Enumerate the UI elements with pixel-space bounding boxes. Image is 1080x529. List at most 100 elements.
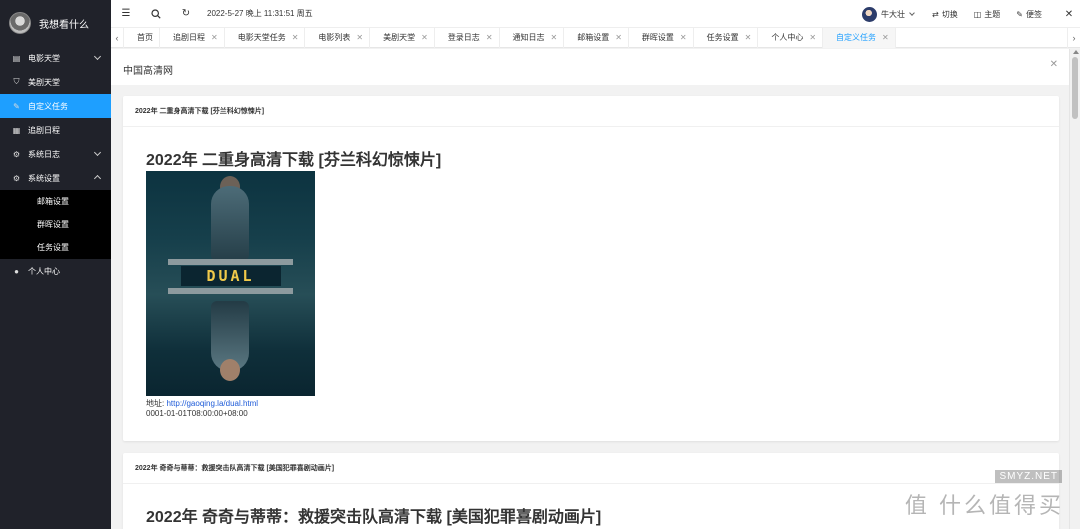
main-content: 中国高清网 ✕ 2022年 二重身高清下载 [芬兰科幻惊悚片] 2022年 二重…	[111, 49, 1069, 529]
user-name: 牛大壮	[881, 9, 906, 19]
vertical-scrollbar[interactable]	[1069, 49, 1080, 529]
theme-button[interactable]: ◫ 主题	[974, 9, 1001, 20]
search-icon[interactable]	[141, 0, 171, 28]
sidebar-item-label: 追剧日程	[28, 125, 60, 135]
chevron-up-icon	[93, 174, 102, 183]
switch-button[interactable]: ⇄ 切换	[932, 9, 958, 20]
tab-task-settings[interactable]: 任务设置 ✕	[694, 27, 759, 48]
pen-icon: ✎	[1016, 9, 1023, 19]
theme-label: 主题	[984, 9, 1001, 19]
article-date: 0001-01-01T08:00:00+08:00	[146, 409, 248, 418]
tab-login-log[interactable]: 登录日志 ✕	[435, 27, 500, 48]
top-header: ☰ ↻ 2022-5-27 晚上 11:31:51 周五 牛大壮 ⇄ 切换 ◫ …	[111, 0, 1080, 28]
tab-movie-list[interactable]: 电影列表 ✕	[305, 27, 371, 48]
tab-movie-task[interactable]: 电影天堂任务 ✕	[225, 27, 306, 48]
gear-icon: ⚙	[12, 173, 21, 183]
tab-schedule[interactable]: 追剧日程 ✕	[160, 27, 225, 48]
theme-icon: ◫	[973, 9, 982, 19]
chevron-down-icon	[93, 52, 102, 61]
calendar-icon: ▦	[12, 125, 21, 135]
article-title: 2022年 二重身高清下载 [芬兰科幻惊悚片]	[146, 152, 442, 169]
sidebar: 我想看什么 ▤ 电影天堂 ⛉ 美剧天堂 ✎ 自定义任务 ▦ 追剧日程 ⚙ 系统日…	[0, 0, 111, 529]
tab-scroll-left-icon[interactable]: ‹	[111, 27, 124, 48]
tab-close-icon[interactable]: ✕	[292, 33, 299, 42]
poster-figure	[211, 186, 249, 261]
sidebar-subitem-synology[interactable]: 群晖设置	[0, 213, 111, 236]
poster-title: DUAL	[206, 267, 255, 285]
card-header: 2022年 二重身高清下载 [芬兰科幻惊悚片]	[123, 96, 1059, 127]
sidebar-item-movie-heaven[interactable]: ▤ 电影天堂	[0, 46, 111, 70]
tab-close-icon[interactable]: ✕	[486, 33, 493, 42]
tab-label: 美剧天堂	[383, 33, 416, 42]
sidebar-item-label: 系统设置	[28, 173, 60, 183]
brand-name: 我想看什么	[39, 19, 89, 31]
tab-close-icon[interactable]: ✕	[809, 33, 816, 42]
tab-close-icon[interactable]: ✕	[680, 33, 687, 42]
chevron-down-icon	[93, 148, 102, 157]
note-label: 便签	[1026, 9, 1042, 19]
tab-close-icon[interactable]: ✕	[421, 33, 428, 42]
tab-notify-log[interactable]: 通知日志 ✕	[500, 27, 565, 48]
sidebar-item-custom-task[interactable]: ✎ 自定义任务	[0, 94, 111, 118]
tab-scroll-right-icon[interactable]: ›	[1067, 28, 1080, 48]
tab-label: 通知日志	[512, 33, 545, 42]
sidebar-subitem-task[interactable]: 任务设置	[0, 236, 111, 259]
card-list: 2022年 二重身高清下载 [芬兰科幻惊悚片] 2022年 二重身高清下载 [芬…	[111, 85, 1069, 529]
tab-custom-task[interactable]: 自定义任务 ✕	[823, 27, 896, 48]
edit-icon: ✎	[13, 101, 20, 111]
note-button[interactable]: ✎ 便签	[1016, 9, 1042, 20]
sidebar-item-label: 美剧天堂	[28, 77, 60, 87]
tab-us-drama[interactable]: 美剧天堂 ✕	[370, 27, 435, 48]
datetime: 2022-5-27 晚上 11:31:51 周五	[207, 9, 313, 18]
sidebar-item-label: 个人中心	[28, 266, 60, 276]
tab-label: 首页	[137, 33, 153, 42]
close-icon[interactable]: ✕	[1058, 9, 1080, 20]
chevron-down-icon	[909, 9, 915, 16]
tab-mail-settings[interactable]: 邮箱设置 ✕	[564, 27, 629, 48]
tab-close-icon[interactable]: ✕	[615, 33, 622, 42]
tab-label: 电影天堂任务	[237, 33, 286, 42]
switch-icon: ⇄	[932, 9, 939, 19]
sidebar-item-profile[interactable]: ● 个人中心	[0, 259, 111, 283]
sidebar-item-label: 自定义任务	[28, 101, 68, 111]
brand[interactable]: 我想看什么	[0, 0, 111, 46]
sidebar-item-system-log[interactable]: ⚙ 系统日志	[0, 142, 111, 166]
avatar	[862, 6, 878, 22]
document-icon: ▤	[12, 53, 21, 63]
tab-label: 群晖设置	[641, 33, 674, 42]
tab-synology-settings[interactable]: 群晖设置 ✕	[629, 27, 694, 48]
sidebar-item-system-settings[interactable]: ⚙ 系统设置	[0, 166, 111, 190]
tab-profile[interactable]: 个人中心 ✕	[758, 27, 824, 48]
user-icon: ●	[14, 266, 19, 276]
tab-label: 追剧日程	[173, 33, 205, 42]
tab-close-icon[interactable]: ✕	[551, 33, 558, 42]
tab-close-icon[interactable]: ✕	[882, 33, 889, 42]
header-actions: 牛大壮 ⇄ 切换 ◫ 主题 ✎ 便签 ✕	[862, 0, 1080, 28]
poster-bar	[168, 288, 293, 294]
tab-home[interactable]: 首页	[124, 27, 160, 48]
tab-label: 自定义任务	[836, 33, 877, 42]
sidebar-nav: ▤ 电影天堂 ⛉ 美剧天堂 ✎ 自定义任务 ▦ 追剧日程 ⚙ 系统日志 ⚙ 系统…	[0, 46, 111, 283]
movie-poster[interactable]: DUAL	[146, 171, 315, 396]
logo-avatar	[9, 12, 31, 34]
sidebar-item-label: 系统日志	[28, 149, 60, 159]
tab-close-icon[interactable]: ✕	[745, 33, 752, 42]
watermark-site: SMYZ.NET	[995, 470, 1062, 483]
user-menu[interactable]: 牛大壮	[862, 6, 915, 22]
menu-toggle-icon[interactable]: ☰	[111, 0, 141, 28]
refresh-icon[interactable]: ↻	[171, 0, 201, 28]
tab-close-icon[interactable]: ✕	[356, 33, 363, 42]
scroll-up-icon[interactable]	[1073, 50, 1079, 54]
sidebar-item-us-drama[interactable]: ⛉ 美剧天堂	[0, 70, 111, 94]
tab-bar: ‹ 首页 追剧日程 ✕ 电影天堂任务 ✕ 电影列表 ✕ 美剧天堂 ✕ 登录日志 ✕ 通知日…	[111, 27, 1080, 48]
sidebar-item-schedule[interactable]: ▦ 追剧日程	[0, 118, 111, 142]
article-title: 2022年 奇奇与蒂蒂：救援突击队高清下载 [美国犯罪喜剧动画片]	[146, 509, 602, 526]
article-link[interactable]: http://gaoqing.la/dual.html	[166, 399, 258, 408]
close-icon[interactable]: ✕	[1050, 59, 1058, 70]
card-body: 2022年 二重身高清下载 [芬兰科幻惊悚片] DUAL 地址: http://…	[123, 127, 1059, 443]
tab-close-icon[interactable]: ✕	[211, 33, 218, 42]
sidebar-subitem-mail[interactable]: 邮箱设置	[0, 190, 111, 213]
scrollbar-thumb[interactable]	[1072, 57, 1078, 119]
gear-icon: ⚙	[12, 149, 21, 159]
sidebar-item-label: 电影天堂	[28, 53, 60, 63]
